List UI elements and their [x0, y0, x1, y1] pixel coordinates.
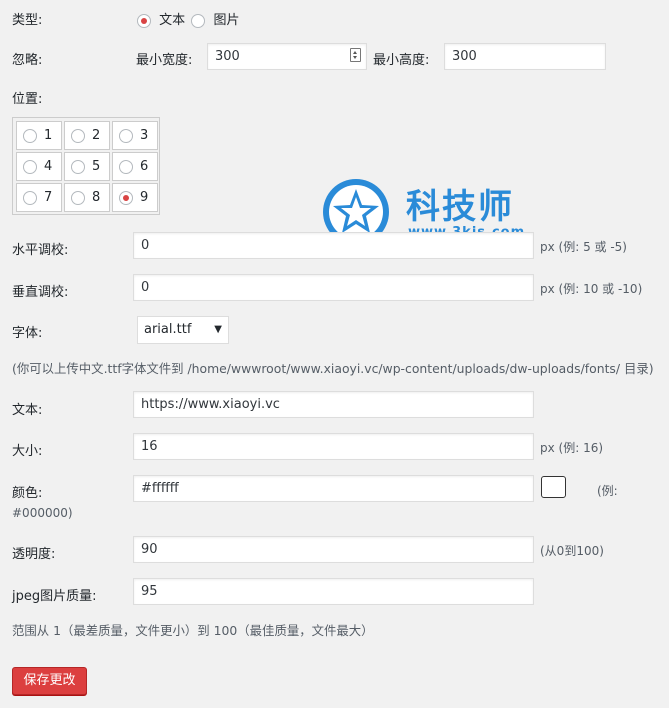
min-width-label: 最小宽度: — [136, 53, 193, 68]
position-cell-6[interactable]: 6 — [112, 152, 158, 181]
v-adjust-hint: px (例: 10 或 -10) — [540, 282, 643, 296]
position-radio-3[interactable] — [119, 129, 133, 143]
position-cell-1[interactable]: 1 — [16, 121, 62, 150]
position-cell-4[interactable]: 4 — [16, 152, 62, 181]
font-select-value: arial.ttf — [144, 322, 192, 337]
position-radio-1[interactable] — [23, 129, 37, 143]
min-height-input[interactable]: 300 — [444, 43, 606, 70]
ignore-label: 忽略: — [12, 53, 43, 68]
v-adjust-label: 垂直调校: — [12, 285, 69, 300]
chevron-down-icon: ▼ — [214, 324, 222, 335]
size-input[interactable]: 16 — [133, 433, 534, 460]
type-image-label[interactable]: 图片 — [213, 13, 239, 28]
position-radio-8[interactable] — [71, 191, 85, 205]
position-num-7: 7 — [44, 190, 53, 205]
min-height-label: 最小高度: — [373, 53, 430, 68]
opacity-hint: (从0到100) — [540, 544, 604, 558]
position-radio-5[interactable] — [71, 160, 85, 174]
position-num-6: 6 — [140, 159, 149, 174]
position-grid: 1 2 3 4 5 6 7 8 9 — [12, 117, 160, 215]
position-num-8: 8 — [92, 190, 101, 205]
position-cell-7[interactable]: 7 — [16, 183, 62, 212]
opacity-input[interactable]: 90 — [133, 536, 534, 563]
size-hint: px (例: 16) — [540, 441, 604, 455]
h-adjust-label: 水平调校: — [12, 243, 69, 258]
position-num-2: 2 — [92, 128, 101, 143]
position-cell-9[interactable]: 9 — [112, 183, 158, 212]
position-radio-4[interactable] — [23, 160, 37, 174]
type-text-radio[interactable] — [137, 13, 151, 28]
type-image-radio[interactable] — [191, 13, 206, 28]
font-upload-note: (你可以上传中文.ttf字体文件到 /home/wwwroot/www.xiao… — [12, 361, 654, 376]
position-radio-7[interactable] — [23, 191, 37, 205]
opacity-label: 透明度: — [12, 547, 56, 562]
watermark-title: 科技师 — [406, 187, 514, 227]
position-label: 位置: — [12, 92, 43, 107]
position-radio-6[interactable] — [119, 160, 133, 174]
color-label: 颜色: — [12, 486, 43, 501]
position-num-3: 3 — [140, 128, 149, 143]
type-text-label[interactable]: 文本 — [159, 13, 185, 28]
type-radio-group: 文本 图片 — [137, 9, 239, 28]
position-cell-5[interactable]: 5 — [64, 152, 110, 181]
position-cell-3[interactable]: 3 — [112, 121, 158, 150]
quality-range-note: 范围从 1（最差质量，文件更小）到 100（最佳质量，文件最大） — [12, 623, 374, 638]
position-cell-2[interactable]: 2 — [64, 121, 110, 150]
v-adjust-input[interactable]: 0 — [133, 274, 534, 301]
color-input[interactable]: #ffffff — [133, 475, 534, 502]
h-adjust-hint: px (例: 5 或 -5) — [540, 240, 627, 254]
font-select[interactable]: arial.ttf ▼ — [137, 316, 229, 344]
font-label: 字体: — [12, 326, 43, 341]
color-hint-b: #000000) — [12, 506, 73, 520]
position-num-1: 1 — [44, 128, 53, 143]
min-width-input[interactable]: 300 — [207, 43, 367, 70]
position-radio-2[interactable] — [71, 129, 85, 143]
color-hint-a: (例: — [597, 484, 618, 498]
color-swatch[interactable] — [541, 476, 566, 498]
h-adjust-input[interactable]: 0 — [133, 232, 534, 259]
size-label: 大小: — [12, 444, 43, 459]
position-cell-8[interactable]: 8 — [64, 183, 110, 212]
position-num-5: 5 — [92, 159, 101, 174]
jpeg-quality-label: jpeg图片质量: — [12, 589, 97, 604]
type-label: 类型: — [12, 13, 43, 28]
text-label: 文本: — [12, 403, 43, 418]
jpeg-quality-input[interactable]: 95 — [133, 578, 534, 605]
stepper-icon[interactable] — [350, 48, 361, 62]
position-num-4: 4 — [44, 159, 53, 174]
position-num-9: 9 — [140, 190, 149, 205]
text-input[interactable]: https://www.xiaoyi.vc — [133, 391, 534, 418]
save-button[interactable]: 保存更改 — [12, 667, 87, 695]
position-radio-9[interactable] — [119, 191, 133, 205]
